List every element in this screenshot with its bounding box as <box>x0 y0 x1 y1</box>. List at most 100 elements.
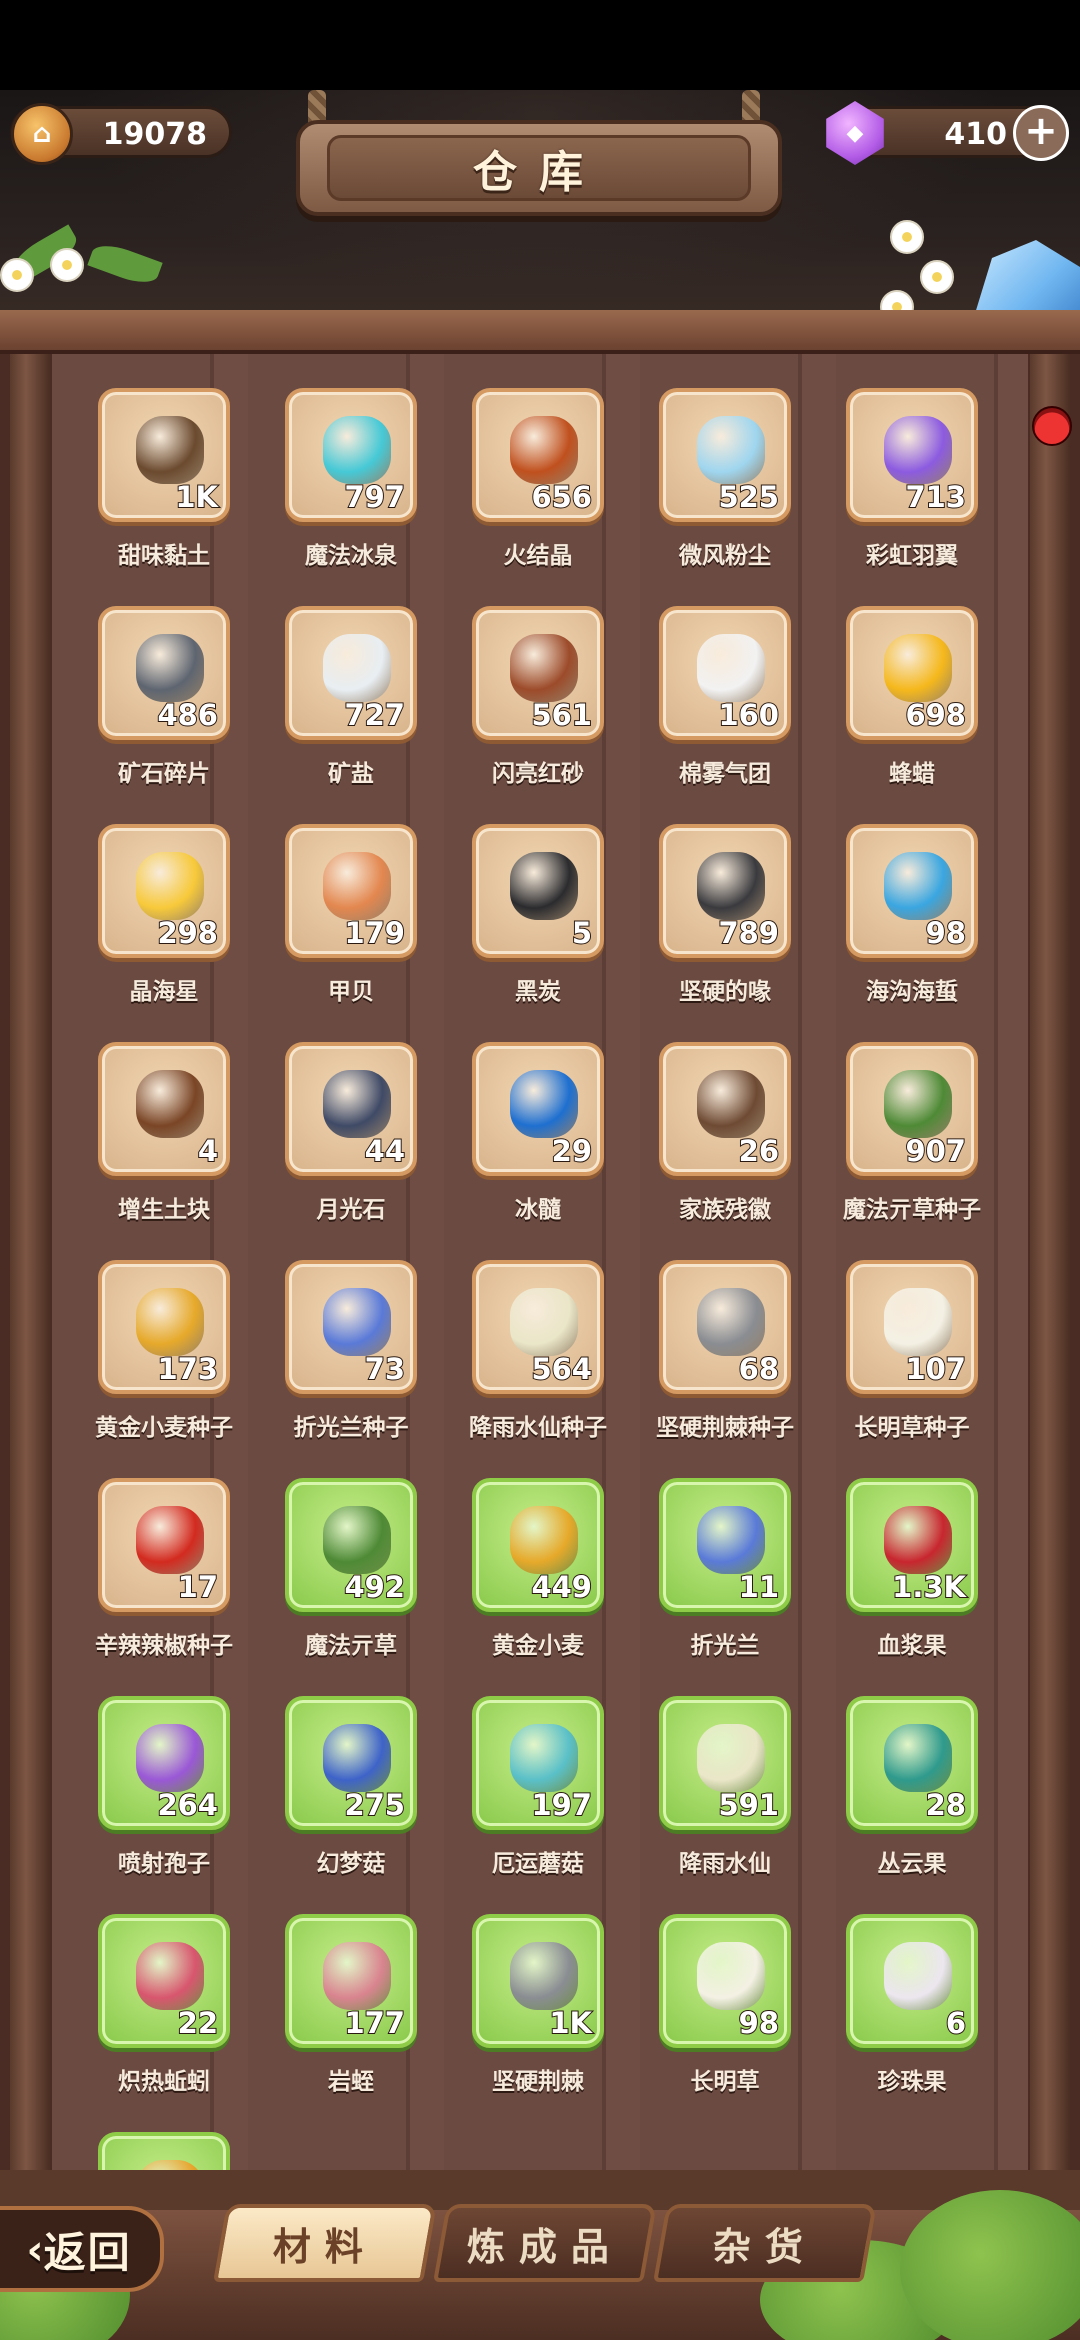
item-tile[interactable]: 727 <box>285 606 417 740</box>
item-tile[interactable]: 28 <box>846 1696 978 1830</box>
item-tile[interactable]: 449 <box>472 1478 604 1612</box>
inventory-item[interactable]: 17 辛辣辣椒种子 <box>94 1478 234 1668</box>
inventory-item[interactable]: 44 月光石 <box>281 1042 421 1232</box>
item-tile[interactable]: 107 <box>846 1260 978 1394</box>
item-tile[interactable]: 591 <box>659 1696 791 1830</box>
inventory-item[interactable]: 1K 甜味黏土 <box>94 388 234 578</box>
item-tile[interactable]: 179 <box>285 824 417 958</box>
inventory-item[interactable]: 264 喷射孢子 <box>94 1696 234 1886</box>
inventory-item[interactable]: 73 折光兰种子 <box>281 1260 421 1450</box>
item-tile[interactable]: 1K <box>472 1914 604 2048</box>
inventory-item[interactable]: 713 彩虹羽翼 <box>842 388 982 578</box>
inventory-item[interactable]: 525 微风粉尘 <box>655 388 795 578</box>
inventory-item[interactable]: 591 降雨水仙 <box>655 1696 795 1886</box>
inventory-item[interactable]: 173 黄金小麦种子 <box>94 1260 234 1450</box>
inventory-item[interactable]: 5 黑炭 <box>468 824 608 1014</box>
item-count: 5 <box>571 915 593 951</box>
inventory-item[interactable]: 28 丛云果 <box>842 1696 982 1886</box>
inventory-item[interactable]: 177 岩蛭 <box>281 1914 421 2104</box>
tab-misc-label: 杂货 <box>712 2224 817 2269</box>
item-tile[interactable]: 486 <box>98 606 230 740</box>
item-tile[interactable]: 173 <box>98 1260 230 1394</box>
inventory-item[interactable]: 907 魔法亓草种子 <box>842 1042 982 1232</box>
tab-crafted[interactable]: 炼成品 <box>433 2204 657 2282</box>
ice-spring-icon <box>323 416 391 484</box>
inventory-item[interactable]: 449 黄金小麦 <box>468 1478 608 1668</box>
item-tile[interactable]: 525 <box>659 388 791 522</box>
item-tile[interactable]: 492 <box>285 1478 417 1612</box>
item-name: 矿石碎片 <box>118 761 210 787</box>
item-tile[interactable]: 789 <box>659 824 791 958</box>
item-tile[interactable]: 797 <box>285 388 417 522</box>
inventory-item[interactable]: 275 幻梦菇 <box>281 1696 421 1886</box>
inventory-item[interactable]: 197 厄运蘑菇 <box>468 1696 608 1886</box>
item-tile[interactable]: 11 <box>659 1478 791 1612</box>
inventory-item[interactable]: 26 家族残徽 <box>655 1042 795 1232</box>
item-tile[interactable]: 98 <box>846 824 978 958</box>
item-tile[interactable]: 177 <box>285 1914 417 2048</box>
tab-misc[interactable]: 杂货 <box>653 2204 877 2282</box>
inventory-item[interactable]: 492 魔法亓草 <box>281 1478 421 1668</box>
item-tile[interactable]: 73 <box>285 1260 417 1394</box>
item-tile[interactable]: 29 <box>472 1042 604 1176</box>
item-tile[interactable]: 298 <box>98 824 230 958</box>
item-count: 160 <box>717 697 780 733</box>
item-tile[interactable]: 564 <box>472 1260 604 1394</box>
item-tile[interactable]: 5 <box>472 824 604 958</box>
leech-icon <box>323 1942 391 2010</box>
item-tile[interactable]: 4 <box>98 1042 230 1176</box>
item-tile[interactable]: 907 <box>846 1042 978 1176</box>
item-tile[interactable]: 160 <box>659 606 791 740</box>
inventory-item[interactable]: 22 炽热蚯蚓 <box>94 1914 234 2104</box>
inventory-item[interactable]: 564 降雨水仙种子 <box>468 1260 608 1450</box>
item-name: 矿盐 <box>328 761 374 787</box>
item-tile[interactable]: 6 <box>846 1914 978 2048</box>
item-tile[interactable]: 44 <box>285 1042 417 1176</box>
item-tile[interactable]: 22 <box>98 1914 230 2048</box>
inventory-item[interactable]: 797 魔法冰泉 <box>281 388 421 578</box>
item-tile[interactable]: 656 <box>472 388 604 522</box>
inventory-item[interactable]: 698 蜂蜡 <box>842 606 982 796</box>
item-count: 486 <box>156 697 219 733</box>
inventory-item[interactable]: 561 闪亮红砂 <box>468 606 608 796</box>
beeswax-icon <box>884 634 952 702</box>
item-tile[interactable]: 26 <box>659 1042 791 1176</box>
item-tile[interactable]: 17 <box>98 1478 230 1612</box>
back-button[interactable]: ‹ 返回 <box>0 2206 164 2292</box>
coin-counter[interactable]: ⌂ 19078 <box>10 103 232 165</box>
inventory-item[interactable]: 656 火结晶 <box>468 388 608 578</box>
item-name: 降雨水仙 <box>679 1851 771 1877</box>
inventory-item[interactable]: 160 棉雾气团 <box>655 606 795 796</box>
item-tile[interactable]: 561 <box>472 606 604 740</box>
gem-counter[interactable]: ◆ 410 + <box>826 101 1069 165</box>
inventory-item[interactable]: 4 增生土块 <box>94 1042 234 1232</box>
inventory-item[interactable]: 107 长明草种子 <box>842 1260 982 1450</box>
inventory-item[interactable]: 179 甲贝 <box>281 824 421 1014</box>
inventory-item[interactable]: 11 折光兰 <box>655 1478 795 1668</box>
inventory-item[interactable]: 727 矿盐 <box>281 606 421 796</box>
inventory-item[interactable]: 486 矿石碎片 <box>94 606 234 796</box>
item-tile[interactable]: 713 <box>846 388 978 522</box>
inventory-item[interactable]: 98 长明草 <box>655 1914 795 2104</box>
item-tile[interactable]: 98 <box>659 1914 791 2048</box>
item-tile[interactable]: 698 <box>846 606 978 740</box>
title-sign-inner: 仓库 <box>327 135 751 201</box>
inventory-item[interactable]: 98 海沟海蜇 <box>842 824 982 1014</box>
inventory-item[interactable]: 789 坚硬的喙 <box>655 824 795 1014</box>
inventory-item[interactable]: 68 坚硬荆棘种子 <box>655 1260 795 1450</box>
item-name: 坚硬荆棘种子 <box>656 1415 794 1441</box>
add-gems-button[interactable]: + <box>1013 105 1069 161</box>
inventory-item[interactable]: 29 冰髓 <box>468 1042 608 1232</box>
ore-shard-icon <box>136 634 204 702</box>
item-tile[interactable]: 275 <box>285 1696 417 1830</box>
item-tile[interactable]: 1.3K <box>846 1478 978 1612</box>
item-tile[interactable]: 1K <box>98 388 230 522</box>
inventory-item[interactable]: 1.3K 血浆果 <box>842 1478 982 1668</box>
tab-materials[interactable]: 材料 <box>213 2204 437 2282</box>
item-tile[interactable]: 264 <box>98 1696 230 1830</box>
inventory-item[interactable]: 298 晶海星 <box>94 824 234 1014</box>
inventory-item[interactable]: 6 珍珠果 <box>842 1914 982 2104</box>
item-tile[interactable]: 68 <box>659 1260 791 1394</box>
item-tile[interactable]: 197 <box>472 1696 604 1830</box>
inventory-item[interactable]: 1K 坚硬荆棘 <box>468 1914 608 2104</box>
